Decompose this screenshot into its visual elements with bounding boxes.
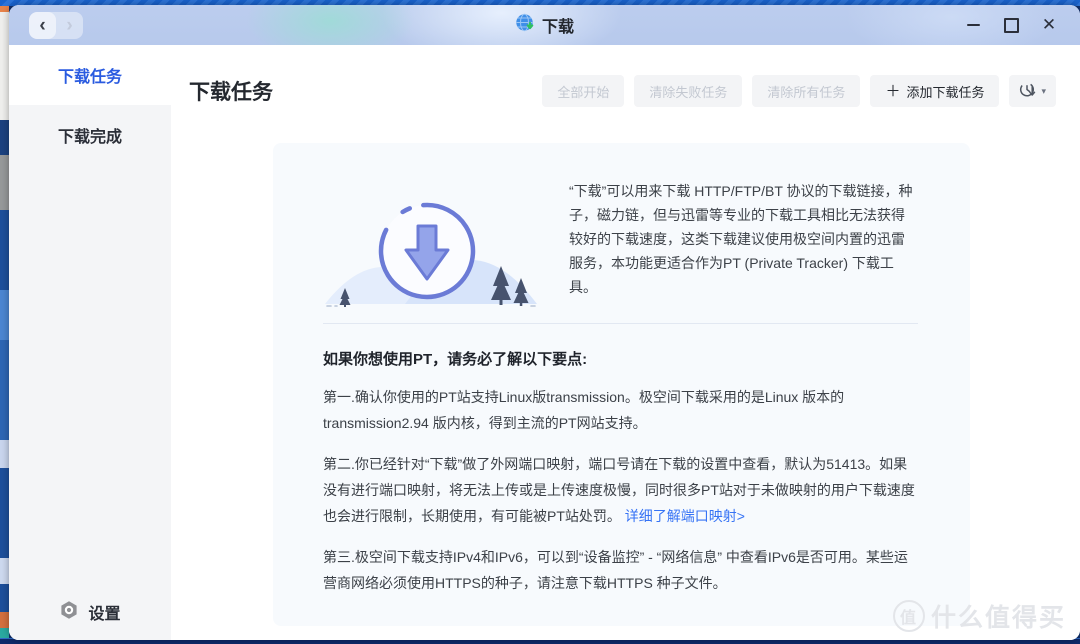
tip-paragraph-3: 第三.极空间下载支持IPv4和IPv6，可以到“设备监控” - “网络信息” 中… bbox=[323, 544, 918, 596]
port-mapping-link[interactable]: 详细了解端口映射> bbox=[625, 508, 745, 524]
tip-text: 第一.确认你使用的PT站支持Linux版transmission。极空间下载采用… bbox=[323, 389, 844, 431]
tip-paragraph-2: 第二.你已经针对“下载”做了外网端口映射，端口号请在下载的设置中查看，默认为51… bbox=[323, 451, 918, 529]
app-body: 下载任务 下载完成 设置 bbox=[9, 45, 1080, 640]
nav-history-group: ‹ › bbox=[29, 12, 83, 39]
smzdm-watermark-text: 什么值得买 bbox=[931, 598, 1066, 634]
maximize-button[interactable] bbox=[996, 10, 1026, 40]
intro-row: “下载”可以用来下载 HTTP/FTP/BT 协议的下载链接，种子，磁力链，但与… bbox=[323, 165, 918, 324]
minimize-button[interactable] bbox=[958, 10, 988, 40]
sidebar-lower: 下载完成 设置 bbox=[9, 105, 171, 640]
main-header: 下载任务 全部开始 清除失败任务 清除所有任务 ＋ 添加下载任务 bbox=[171, 45, 1080, 107]
sidebar: 下载任务 下载完成 设置 bbox=[9, 45, 171, 640]
tip-text: 第二.你已经针对“下载”做了外网端口映射，端口号请在下载的设置中查看，默认为51… bbox=[323, 456, 915, 524]
close-button[interactable]: ✕ bbox=[1034, 10, 1064, 40]
back-button[interactable]: ‹ bbox=[29, 12, 56, 39]
tip-text: 第三.极空间下载支持IPv4和IPv6，可以到“设备监控” - “网络信息” 中… bbox=[323, 549, 908, 591]
maximize-icon bbox=[1004, 18, 1019, 33]
tips-heading: 如果你想使用PT，请务必了解以下要点: bbox=[323, 348, 918, 369]
clear-all-button[interactable]: 清除所有任务 bbox=[752, 75, 860, 107]
window-title-area: 下载 bbox=[9, 5, 1080, 45]
download-app-window: ‹ › 下载 ✕ bbox=[9, 5, 1080, 640]
plus-icon: ＋ bbox=[885, 84, 900, 99]
minimize-icon bbox=[967, 24, 980, 26]
toolbar: 全部开始 清除失败任务 清除所有任务 ＋ 添加下载任务 bbox=[542, 75, 1056, 107]
desktop-edge-left bbox=[0, 0, 9, 644]
sidebar-item-label: 下载任务 bbox=[58, 63, 122, 87]
sidebar-item-settings[interactable]: 设置 bbox=[9, 584, 171, 640]
gear-icon bbox=[59, 600, 79, 625]
chevron-down-icon: ▾ bbox=[1041, 86, 1046, 97]
page-title: 下载任务 bbox=[189, 76, 273, 106]
window-controls: ✕ bbox=[958, 10, 1080, 40]
globe-download-icon bbox=[515, 13, 535, 38]
download-illustration bbox=[323, 190, 541, 313]
clear-failed-button[interactable]: 清除失败任务 bbox=[634, 75, 742, 107]
main-panel: 下载任务 全部开始 清除失败任务 清除所有任务 ＋ 添加下载任务 bbox=[171, 45, 1080, 640]
add-download-label: 添加下载任务 bbox=[906, 82, 984, 101]
forward-button[interactable]: › bbox=[56, 12, 83, 39]
window-title: 下载 bbox=[542, 13, 574, 37]
intro-paragraph: “下载”可以用来下载 HTTP/FTP/BT 协议的下载链接，种子，磁力链，但与… bbox=[569, 179, 918, 299]
sidebar-item-download-tasks[interactable]: 下载任务 bbox=[9, 45, 171, 105]
download-info-card: “下载”可以用来下载 HTTP/FTP/BT 协议的下载链接，种子，磁力链，但与… bbox=[273, 143, 970, 626]
close-icon: ✕ bbox=[1042, 15, 1056, 35]
start-all-button[interactable]: 全部开始 bbox=[542, 75, 624, 107]
back-icon: ‹ bbox=[39, 16, 45, 35]
tip-paragraph-1: 第一.确认你使用的PT站支持Linux版transmission。极空间下载采用… bbox=[323, 384, 918, 436]
settings-label: 设置 bbox=[88, 600, 120, 624]
sidebar-item-download-complete[interactable]: 下载完成 bbox=[9, 105, 171, 165]
smzdm-badge-icon: 值 bbox=[893, 600, 925, 632]
sidebar-item-label: 下载完成 bbox=[58, 123, 122, 147]
add-download-button[interactable]: ＋ 添加下载任务 bbox=[870, 75, 999, 107]
forward-icon: › bbox=[66, 16, 72, 35]
titlebar: ‹ › 下载 ✕ bbox=[9, 5, 1080, 45]
sort-by-time-button[interactable]: ▾ bbox=[1009, 75, 1056, 107]
smzdm-watermark: 值 什么值得买 bbox=[893, 598, 1066, 634]
clock-sort-icon bbox=[1019, 81, 1038, 101]
